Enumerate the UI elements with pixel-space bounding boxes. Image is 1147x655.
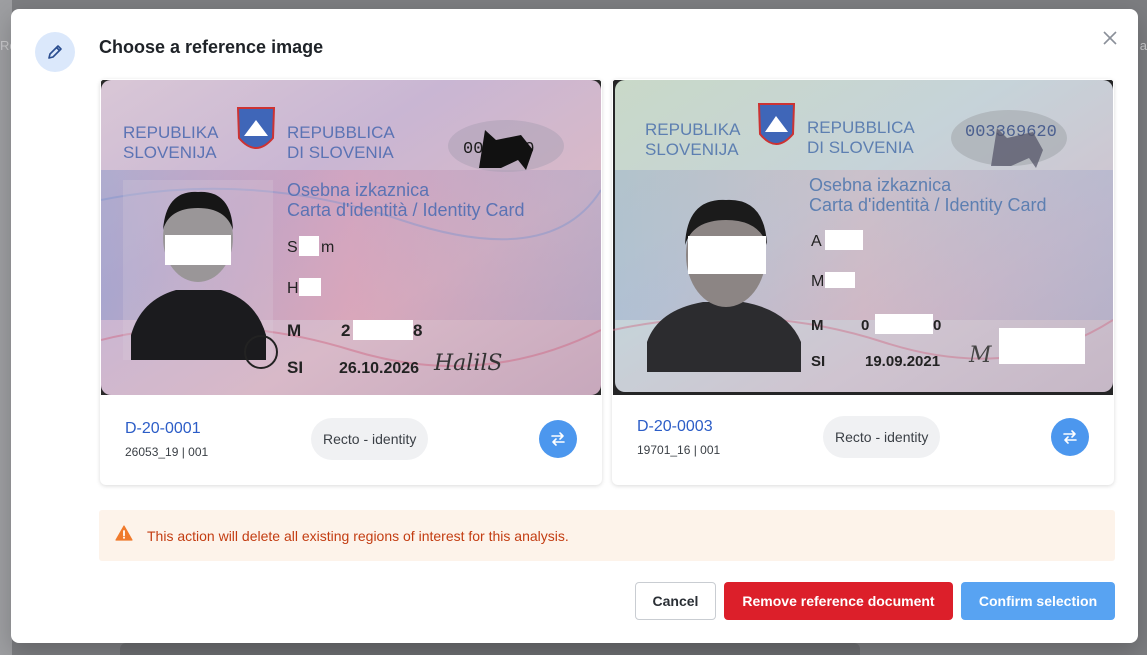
svg-text:A: A: [811, 233, 822, 250]
close-icon[interactable]: [1100, 28, 1120, 48]
svg-text:m: m: [321, 239, 334, 256]
side-type-chip: Recto - identity: [311, 418, 429, 460]
signature: HalilS: [433, 351, 502, 376]
reference-image-dialog: Choose a reference image REPUBLIKA SLOVE…: [11, 9, 1138, 643]
warning-text: This action will delete all existing reg…: [147, 527, 569, 544]
pencil-icon: [35, 32, 75, 72]
id-expiry: 26.10.2026: [339, 360, 419, 377]
backdrop-fragment-right: a: [1139, 38, 1147, 53]
swap-arrows-icon[interactable]: [539, 420, 577, 458]
reference-card[interactable]: REPUBLIKA SLOVENIJA REPUBBLICA DI SLOVEN…: [612, 79, 1114, 485]
svg-text:H: H: [287, 280, 299, 297]
svg-text:0: 0: [933, 317, 941, 334]
cancel-button[interactable]: Cancel: [635, 582, 716, 620]
svg-text:SLOVENIJA: SLOVENIJA: [645, 140, 739, 159]
warning-banner: This action will delete all existing reg…: [99, 510, 1115, 561]
id-card-image[interactable]: REPUBLIKA SLOVENIJA REPUBBLICA DI SLOVEN…: [613, 80, 1113, 395]
document-id-link[interactable]: D-20-0001: [125, 420, 201, 438]
remove-reference-button[interactable]: Remove reference document: [724, 582, 953, 620]
id-country-si: REPUBLIKA: [123, 123, 219, 142]
svg-text:Carta d'identità / Identity Ca: Carta d'identità / Identity Card: [287, 200, 525, 220]
svg-text:8: 8: [413, 321, 422, 340]
svg-text:SI: SI: [287, 358, 303, 377]
svg-text:Osebna izkaznica: Osebna izkaznica: [809, 175, 952, 195]
svg-text:REPUBLIKA: REPUBLIKA: [645, 120, 741, 139]
coat-of-arms-icon: [236, 107, 276, 149]
document-id-link[interactable]: D-20-0003: [637, 418, 713, 436]
dialog-title: Choose a reference image: [99, 37, 324, 57]
reference-card[interactable]: REPUBLIKA SLOVENIJA REPUBBLICA DI SLOVEN…: [100, 79, 602, 485]
swap-arrows-icon[interactable]: [1051, 418, 1089, 456]
document-reference: 19701_16 | 001: [637, 443, 721, 457]
document-reference: 26053_19 | 001: [125, 445, 209, 459]
svg-text:2: 2: [341, 321, 350, 340]
svg-text:0: 0: [861, 317, 869, 334]
side-type-chip: Recto - identity: [823, 416, 941, 458]
backdrop-panel: [120, 643, 860, 655]
id-expiry: 19.09.2021: [865, 353, 940, 370]
svg-text:Osebna izkaznica: Osebna izkaznica: [287, 180, 430, 200]
svg-text:S: S: [287, 239, 298, 256]
svg-text:SLOVENIJA: SLOVENIJA: [123, 143, 217, 162]
warning-triangle-icon: [115, 525, 133, 546]
coat-of-arms-icon: [757, 103, 796, 145]
svg-text:Carta d'identità / Identity Ca: Carta d'identità / Identity Card: [809, 195, 1047, 215]
svg-text:M: M: [811, 273, 824, 290]
signature: M: [968, 343, 992, 368]
svg-text:DI SLOVENIA: DI SLOVENIA: [287, 143, 394, 162]
svg-text:REPUBBLICA: REPUBBLICA: [807, 118, 915, 137]
id-card-image[interactable]: REPUBLIKA SLOVENIJA REPUBBLICA DI SLOVEN…: [101, 80, 601, 395]
svg-text:REPUBBLICA: REPUBBLICA: [287, 123, 395, 142]
svg-text:SI: SI: [811, 353, 825, 370]
svg-text:M: M: [287, 321, 301, 340]
svg-text:M: M: [811, 317, 824, 334]
svg-text:DI SLOVENIA: DI SLOVENIA: [807, 138, 914, 157]
confirm-selection-button[interactable]: Confirm selection: [961, 582, 1115, 620]
